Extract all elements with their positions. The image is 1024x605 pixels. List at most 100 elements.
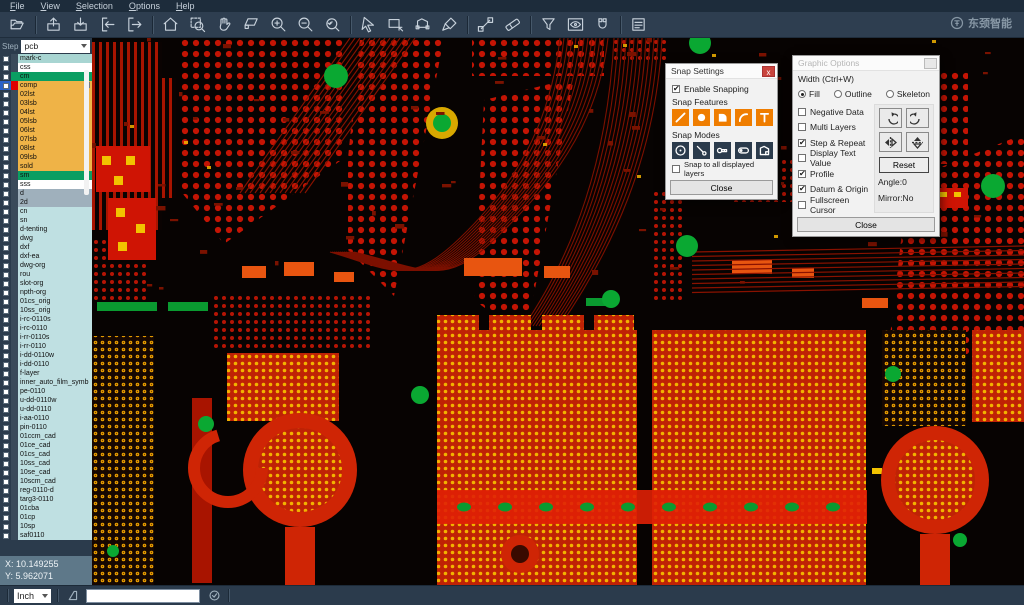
enable-snapping-checkbox[interactable]	[672, 85, 680, 93]
layer-row-10ss_cad[interactable]: 10ss_cad	[0, 459, 92, 468]
layer-name[interactable]: 01cba	[18, 504, 92, 513]
layer-visibility-checkbox[interactable]	[0, 414, 11, 423]
snap-feature-arc-icon[interactable]	[735, 109, 752, 126]
layer-color-swatch[interactable]	[11, 504, 18, 513]
layer-visibility-checkbox[interactable]	[0, 117, 11, 126]
layer-color-swatch[interactable]	[11, 450, 18, 459]
layer-visibility-checkbox[interactable]	[0, 396, 11, 405]
layer-visibility-checkbox[interactable]	[0, 405, 11, 414]
layer-color-swatch[interactable]	[11, 360, 18, 369]
layer-row-01ce_cad[interactable]: 01ce_cad	[0, 441, 92, 450]
layer-color-swatch[interactable]	[11, 432, 18, 441]
layer-color-swatch[interactable]	[11, 324, 18, 333]
layer-list-scrollbar[interactable]	[84, 70, 89, 195]
layer-color-swatch[interactable]	[11, 225, 18, 234]
layer-name[interactable]: slot-org	[18, 279, 92, 288]
layer-visibility-checkbox[interactable]	[0, 216, 11, 225]
layer-name[interactable]: 10se_cad	[18, 468, 92, 477]
layer-name[interactable]: d-tenting	[18, 225, 92, 234]
layer-name[interactable]: 05lsb	[18, 117, 92, 126]
layer-name[interactable]: saf0110	[18, 531, 92, 540]
layer-color-swatch[interactable]	[11, 315, 18, 324]
layer-row-saf0110[interactable]: saf0110	[0, 531, 92, 540]
layer-row-10sp[interactable]: 10sp	[0, 522, 92, 531]
layer-name[interactable]: f-layer	[18, 369, 92, 378]
layer-row-d-tenting[interactable]: d-tenting	[0, 225, 92, 234]
step-select[interactable]: pcb	[21, 40, 90, 53]
layer-visibility-checkbox[interactable]	[0, 225, 11, 234]
layer-row-i-aa-0110[interactable]: i-aa-0110	[0, 414, 92, 423]
layer-visibility-checkbox[interactable]	[0, 135, 11, 144]
layer-name[interactable]: css	[18, 63, 92, 72]
layer-name[interactable]: cm	[18, 72, 92, 81]
rotate-cw-button[interactable]	[879, 108, 902, 128]
layer-visibility-checkbox[interactable]	[0, 486, 11, 495]
snap-mode-key-icon[interactable]	[714, 142, 731, 159]
layer-name[interactable]: i-rr-0110s	[18, 333, 92, 342]
sheet-icon[interactable]	[64, 588, 80, 604]
layer-row-i-dd-0110[interactable]: i-dd-0110	[0, 360, 92, 369]
rotate-ccw-button[interactable]	[906, 108, 929, 128]
layer-visibility-checkbox[interactable]	[0, 108, 11, 117]
layer-row-cn[interactable]: cn	[0, 207, 92, 216]
layer-color-swatch[interactable]	[11, 477, 18, 486]
unit-select[interactable]: Inch	[14, 589, 51, 603]
layer-name[interactable]: 10ss_orig	[18, 306, 92, 315]
layer-visibility-checkbox[interactable]	[0, 243, 11, 252]
layer-color-swatch[interactable]	[11, 198, 18, 207]
snap-magnet-icon[interactable]	[589, 14, 616, 36]
layer-color-swatch[interactable]	[11, 72, 18, 81]
layer-visibility-checkbox[interactable]	[0, 261, 11, 270]
snap-mode-center-icon[interactable]	[672, 142, 689, 159]
layer-name[interactable]: pin-0110	[18, 423, 92, 432]
command-input[interactable]	[86, 589, 200, 603]
layer-row-targ3-0110[interactable]: targ3-0110	[0, 495, 92, 504]
layer-color-swatch[interactable]	[11, 468, 18, 477]
layer-name[interactable]: i-dd-0110	[18, 360, 92, 369]
layer-visibility-checkbox[interactable]	[0, 144, 11, 153]
graphic-checkbox-negative-data[interactable]: Negative Data	[798, 104, 870, 120]
layer-row-css[interactable]: css	[0, 63, 92, 72]
layer-visibility-checkbox[interactable]	[0, 270, 11, 279]
layer-visibility-checkbox[interactable]	[0, 441, 11, 450]
layer-name[interactable]: dxf	[18, 243, 92, 252]
layer-name[interactable]: 09lsb	[18, 153, 92, 162]
layer-row-04lst[interactable]: 04lst	[0, 108, 92, 117]
menu-options[interactable]: Options	[121, 0, 168, 12]
layer-name[interactable]: 01ccm_cad	[18, 432, 92, 441]
snap-mode-point-icon[interactable]	[693, 142, 710, 159]
layer-visibility-checkbox[interactable]	[0, 126, 11, 135]
layer-row-01cp[interactable]: 01cp	[0, 513, 92, 522]
snap-close-button[interactable]: Close	[670, 180, 773, 195]
layer-name[interactable]: 01cp	[18, 513, 92, 522]
layer-row-d[interactable]: d	[0, 189, 92, 198]
layer-row-npth-org[interactable]: npth-org	[0, 288, 92, 297]
layer-row-01cs_cad[interactable]: 01cs_cad	[0, 450, 92, 459]
layer-name[interactable]: sss	[18, 180, 92, 189]
layer-color-swatch[interactable]	[11, 117, 18, 126]
layer-row-u-dd-0110w[interactable]: u-dd-0110w	[0, 396, 92, 405]
save-download-icon[interactable]	[67, 14, 94, 36]
layer-color-swatch[interactable]	[11, 486, 18, 495]
layer-visibility-checkbox[interactable]	[0, 315, 11, 324]
layer-name[interactable]: i-rr-0110	[18, 342, 92, 351]
layer-visibility-checkbox[interactable]	[0, 171, 11, 180]
layer-name[interactable]: dwg	[18, 234, 92, 243]
zoom-out-icon[interactable]	[292, 14, 319, 36]
layer-row-dxf-ea[interactable]: dxf-ea	[0, 252, 92, 261]
layer-row-01cba[interactable]: 01cba	[0, 504, 92, 513]
layer-color-swatch[interactable]	[11, 396, 18, 405]
layer-name[interactable]: i-rc-0110s	[18, 315, 92, 324]
layer-name[interactable]: mark-c	[18, 54, 92, 63]
page-export-icon[interactable]	[121, 14, 148, 36]
layer-color-swatch[interactable]	[11, 144, 18, 153]
layer-color-swatch[interactable]	[11, 369, 18, 378]
enable-snapping-row[interactable]: Enable Snapping	[672, 82, 771, 96]
zoom-previous-icon[interactable]	[319, 14, 346, 36]
layer-row-pe-0110[interactable]: pe-0110	[0, 387, 92, 396]
layer-name[interactable]: 01ce_cad	[18, 441, 92, 450]
snap-close-icon[interactable]: x	[762, 66, 775, 77]
layer-name[interactable]: d	[18, 189, 92, 198]
mirror-vertical-button[interactable]	[906, 132, 929, 152]
layer-name[interactable]: sold	[18, 162, 92, 171]
